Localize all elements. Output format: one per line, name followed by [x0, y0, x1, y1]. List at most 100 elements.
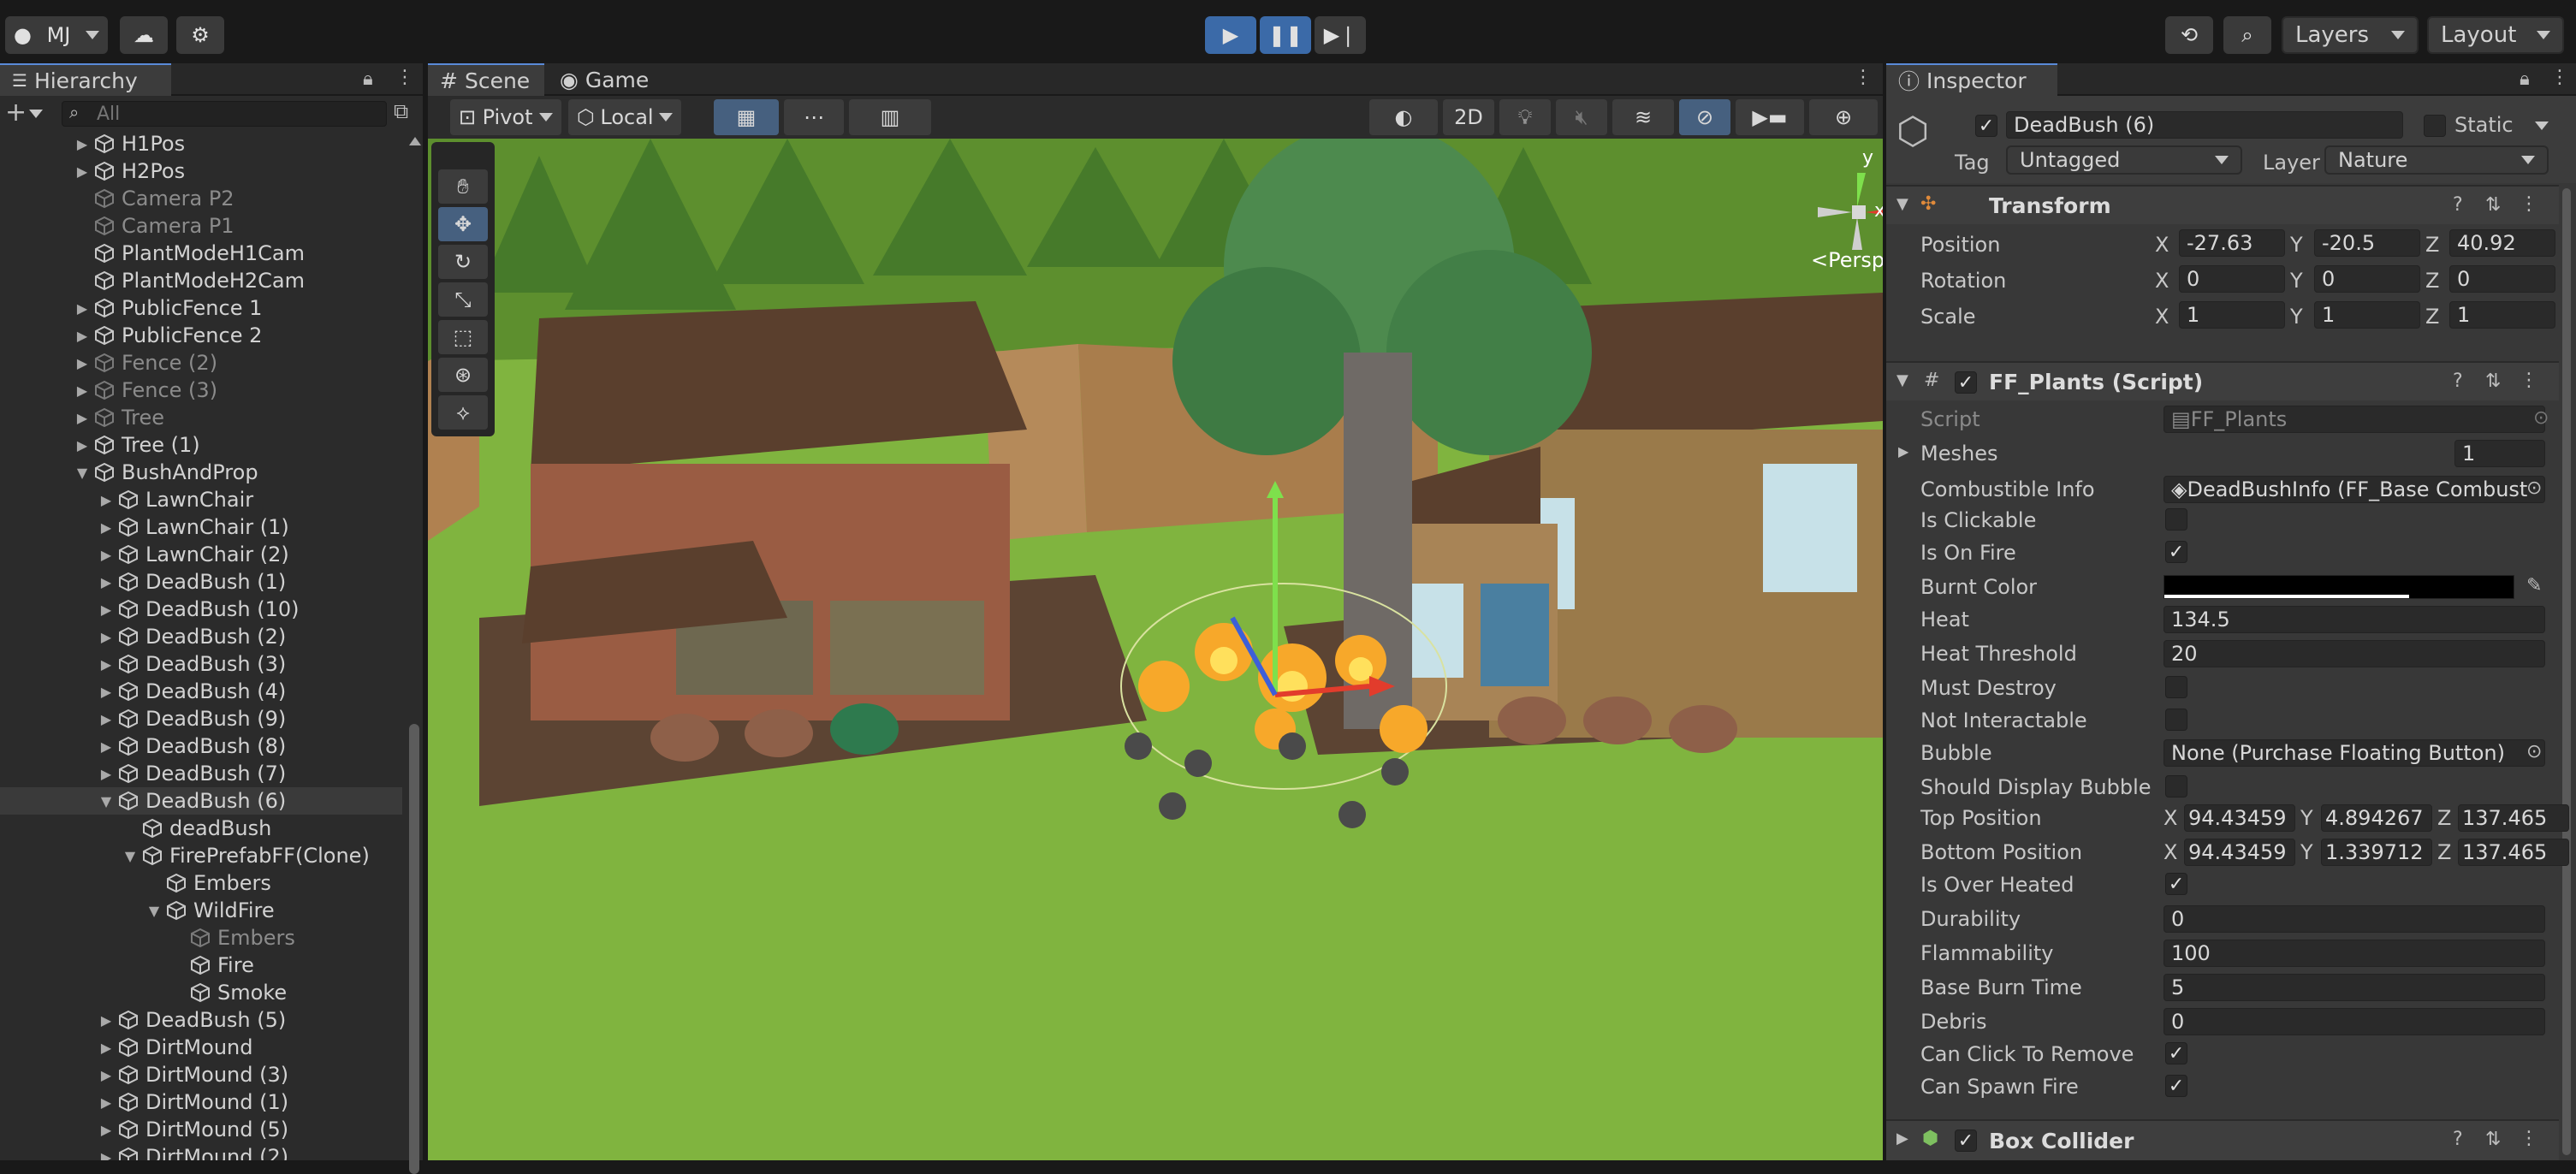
- expand-right-icon[interactable]: ▶: [98, 492, 115, 508]
- hierarchy-item[interactable]: ▶ DirtMound (5): [0, 1116, 402, 1143]
- burnt-color-swatch[interactable]: [2163, 575, 2514, 599]
- base-burn-time-field[interactable]: 5: [2163, 974, 2545, 1001]
- expand-right-icon[interactable]: ▶: [74, 382, 91, 399]
- hierarchy-item[interactable]: ▶ DeadBush (4): [0, 678, 402, 705]
- hand-tool[interactable]: ✋︎: [438, 169, 488, 204]
- more-options-icon[interactable]: ⋮: [2520, 193, 2538, 215]
- hierarchy-scroll-thumb[interactable]: [409, 724, 419, 1174]
- top-position-z-field[interactable]: 137.465: [2458, 804, 2569, 832]
- hierarchy-item[interactable]: ▶ DirtMound (2): [0, 1143, 402, 1160]
- hierarchy-item[interactable]: ▶ DeadBush (5): [0, 1006, 402, 1034]
- active-checkbox[interactable]: ✓: [1975, 115, 1997, 137]
- hierarchy-item[interactable]: ▶ DeadBush (10): [0, 596, 402, 623]
- hierarchy-item[interactable]: ▶ LawnChair (1): [0, 513, 402, 541]
- rotation-y-field[interactable]: 0: [2314, 265, 2420, 293]
- expand-right-icon[interactable]: ▶: [98, 1149, 115, 1161]
- hidden-objects-button[interactable]: ⊘: [1679, 99, 1730, 135]
- hierarchy-item[interactable]: Smoke: [0, 979, 402, 1006]
- hierarchy-item[interactable]: ▶ DirtMound (1): [0, 1088, 402, 1116]
- persp-label[interactable]: <Persp: [1811, 248, 1883, 272]
- hierarchy-item[interactable]: ▶ Tree (1): [0, 431, 402, 459]
- scale-y-field[interactable]: 1: [2314, 301, 2420, 329]
- hierarchy-item[interactable]: ▼ BushAndProp: [0, 459, 402, 486]
- object-picker-icon[interactable]: ⊙: [2526, 741, 2542, 762]
- hierarchy-item[interactable]: Camera P2: [0, 185, 402, 212]
- help-icon[interactable]: ?: [2453, 194, 2463, 216]
- rect-tool[interactable]: ⬚: [438, 320, 488, 354]
- grid-snap-button[interactable]: ▦: [714, 99, 779, 135]
- rotate-tool[interactable]: ↻: [438, 245, 488, 279]
- box-collider-header[interactable]: ▶ ⬢ ✓ Box Collider ? ⇅ ⋮: [1886, 1119, 2571, 1160]
- add-icon[interactable]: +: [5, 98, 27, 127]
- expand-right-icon[interactable]: ▶: [98, 1012, 115, 1029]
- snap-increment-button[interactable]: ⋯: [784, 99, 844, 135]
- hierarchy-item[interactable]: ▼ WildFire: [0, 897, 402, 924]
- expand-right-icon[interactable]: ▶: [98, 1040, 115, 1056]
- layout-dropdown[interactable]: Layout: [2427, 16, 2564, 54]
- object-picker-icon[interactable]: ⊙: [2526, 477, 2542, 499]
- hierarchy-item[interactable]: ▶ DeadBush (7): [0, 760, 402, 787]
- eyedropper-icon[interactable]: ✎: [2526, 575, 2542, 596]
- is-over-heated-checkbox[interactable]: ✓: [2165, 873, 2187, 895]
- hierarchy-item[interactable]: ▶ Fence (3): [0, 377, 402, 404]
- more-options-icon[interactable]: ⋮: [395, 67, 414, 88]
- hierarchy-item[interactable]: deadBush: [0, 815, 402, 842]
- expand-right-icon[interactable]: ▶: [98, 711, 115, 727]
- hierarchy-item[interactable]: PlantModeH2Cam: [0, 267, 402, 294]
- top-position-x-field[interactable]: 94.43459: [2184, 804, 2295, 832]
- not-interactable-checkbox[interactable]: [2165, 709, 2187, 731]
- more-options-icon[interactable]: ⋮: [2520, 1128, 2538, 1149]
- expand-right-icon[interactable]: ▶: [98, 766, 115, 782]
- hierarchy-search-input[interactable]: [97, 104, 371, 124]
- expand-right-icon[interactable]: ▶: [98, 574, 115, 590]
- hierarchy-item[interactable]: Camera P1: [0, 212, 402, 240]
- flammability-field[interactable]: 100: [2163, 940, 2545, 967]
- expand-right-icon[interactable]: ▶: [98, 684, 115, 700]
- object-name-field[interactable]: DeadBush (6): [2006, 111, 2403, 139]
- must-destroy-checkbox[interactable]: [2165, 676, 2187, 698]
- hierarchy-item[interactable]: ▶ DeadBush (3): [0, 650, 402, 678]
- expand-down-icon[interactable]: ▼: [122, 848, 139, 864]
- expand-right-icon[interactable]: ▶: [98, 1122, 115, 1138]
- heat-field[interactable]: 134.5: [2163, 606, 2545, 633]
- audio-button[interactable]: 🔇︎: [1556, 99, 1607, 135]
- help-icon[interactable]: ?: [2453, 1129, 2463, 1150]
- hierarchy-item[interactable]: ▶ DirtMound (3): [0, 1061, 402, 1088]
- inspector-scrollbar[interactable]: [2559, 185, 2574, 1160]
- expand-right-icon[interactable]: ▶: [98, 738, 115, 755]
- help-icon[interactable]: ?: [2453, 371, 2463, 392]
- inspector-scroll-thumb[interactable]: [2562, 188, 2571, 1155]
- camera-button[interactable]: ▶▬: [1736, 99, 1804, 135]
- local-dropdown[interactable]: ⬡ Local: [568, 99, 681, 135]
- expand-right-icon[interactable]: ▶: [98, 1067, 115, 1083]
- scale-z-field[interactable]: 1: [2449, 301, 2555, 329]
- ruler-button[interactable]: ▥: [849, 99, 931, 135]
- hierarchy-item[interactable]: ▶ Fence (2): [0, 349, 402, 377]
- chevron-right-icon[interactable]: ▶: [1898, 443, 1908, 460]
- hierarchy-item[interactable]: Fire: [0, 952, 402, 979]
- expand-right-icon[interactable]: ▶: [98, 656, 115, 673]
- expand-right-icon[interactable]: ▶: [98, 602, 115, 618]
- lock-icon[interactable]: 🔒︎: [2520, 68, 2530, 90]
- layer-dropdown[interactable]: Nature: [2324, 145, 2549, 175]
- can-spawn-fire-checkbox[interactable]: ✓: [2165, 1075, 2187, 1097]
- hierarchy-item[interactable]: PlantModeH1Cam: [0, 240, 402, 267]
- combustible-info-field[interactable]: ◈ DeadBushInfo (FF_Base Combust: [2163, 476, 2545, 503]
- search-button[interactable]: ⌕: [2223, 16, 2271, 54]
- hierarchy-item[interactable]: ▶ LawnChair (2): [0, 541, 402, 568]
- hierarchy-scrollbar[interactable]: [406, 130, 423, 1174]
- heat-threshold-field[interactable]: 20: [2163, 640, 2545, 667]
- expand-right-icon[interactable]: ▶: [74, 300, 91, 317]
- hierarchy-item[interactable]: ▶ DeadBush (9): [0, 705, 402, 732]
- hierarchy-item[interactable]: Embers: [0, 924, 402, 952]
- top-position-y-field[interactable]: 4.894267: [2321, 804, 2432, 832]
- hierarchy-item[interactable]: ▼ DeadBush (6): [0, 787, 402, 815]
- box-collider-checkbox[interactable]: ✓: [1955, 1130, 1977, 1152]
- is-clickable-checkbox[interactable]: [2165, 508, 2187, 531]
- expand-right-icon[interactable]: ▶: [98, 547, 115, 563]
- step-button[interactable]: ▶❘: [1315, 16, 1366, 54]
- hierarchy-item[interactable]: ▶ DeadBush (8): [0, 732, 402, 760]
- tab-hierarchy[interactable]: ☰ Hierarchy: [0, 63, 171, 96]
- script-enabled-checkbox[interactable]: ✓: [1955, 371, 1977, 394]
- layers-dropdown[interactable]: Layers: [2282, 16, 2419, 54]
